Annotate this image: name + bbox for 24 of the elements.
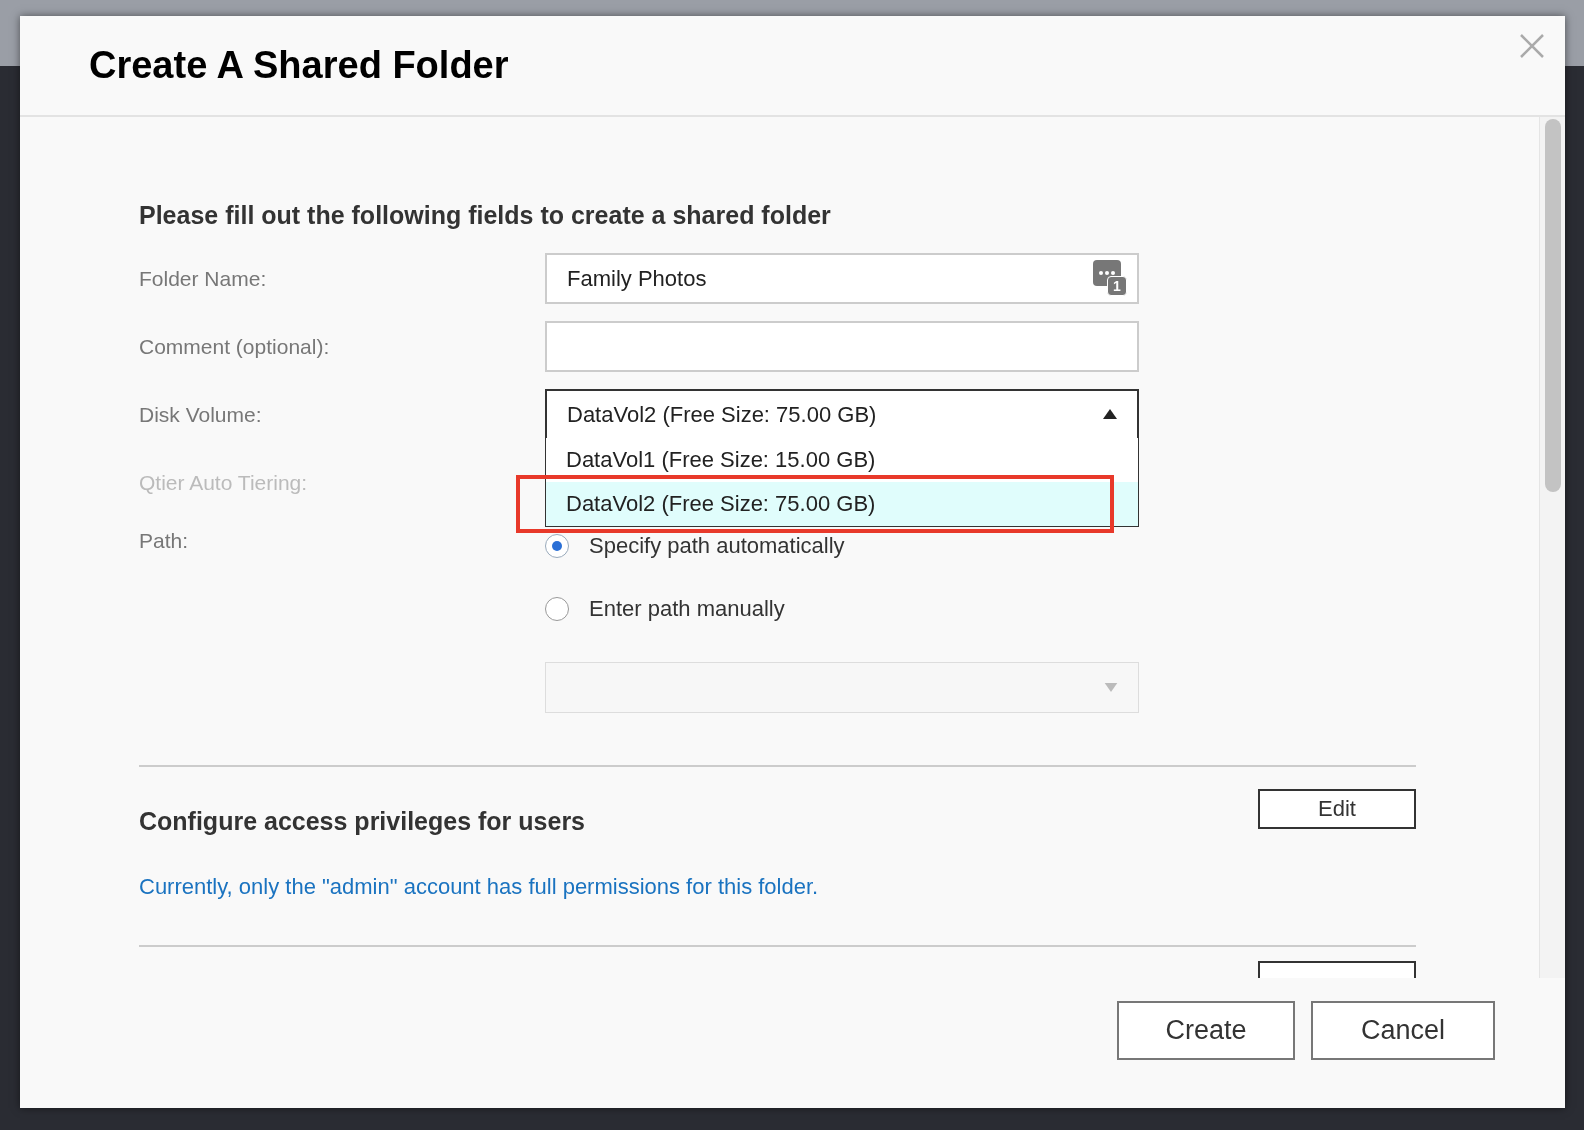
folder-name-field[interactable]: Family Photos 1 <box>545 252 1139 304</box>
radio-button[interactable] <box>545 596 569 621</box>
field-label: Comment (optional): <box>139 333 331 360</box>
comment-field[interactable] <box>545 320 1139 372</box>
scrollbar-thumb[interactable] <box>1544 119 1561 492</box>
field-label: Disk Volume: <box>139 401 263 428</box>
radio-label: Enter path manually <box>589 595 785 623</box>
radio-button[interactable] <box>545 533 569 558</box>
disk-volume-dropdown[interactable]: DataVol2 (Free Size: 75.00 GB) <box>545 388 1139 440</box>
field-label: Path: <box>139 527 190 554</box>
dialog-button[interactable]: Create <box>1117 1001 1295 1060</box>
radio-label: Specify path automatically <box>589 532 845 560</box>
close-icon[interactable] <box>1519 32 1545 59</box>
caret-icon <box>1103 409 1117 419</box>
section-heading: Configure access privileges for users <box>139 805 585 837</box>
dropdown-option[interactable]: DataVol2 (Free Size: 75.00 GB) <box>546 481 1138 526</box>
permissions-note: Currently, only the "admin" account has full permissions for this folder. <box>139 873 820 901</box>
dialog-title: Create A Shared Folder <box>89 43 509 88</box>
edit-button[interactable]: Edit <box>1258 788 1416 829</box>
section-heading: Please fill out the following fields to create a shared folder <box>139 200 832 231</box>
dialog-button[interactable]: Cancel <box>1311 1001 1495 1060</box>
field-label: Folder Name: <box>139 265 268 292</box>
field-label: Qtier Auto Tiering: <box>139 469 309 496</box>
caret-icon <box>1104 682 1118 692</box>
